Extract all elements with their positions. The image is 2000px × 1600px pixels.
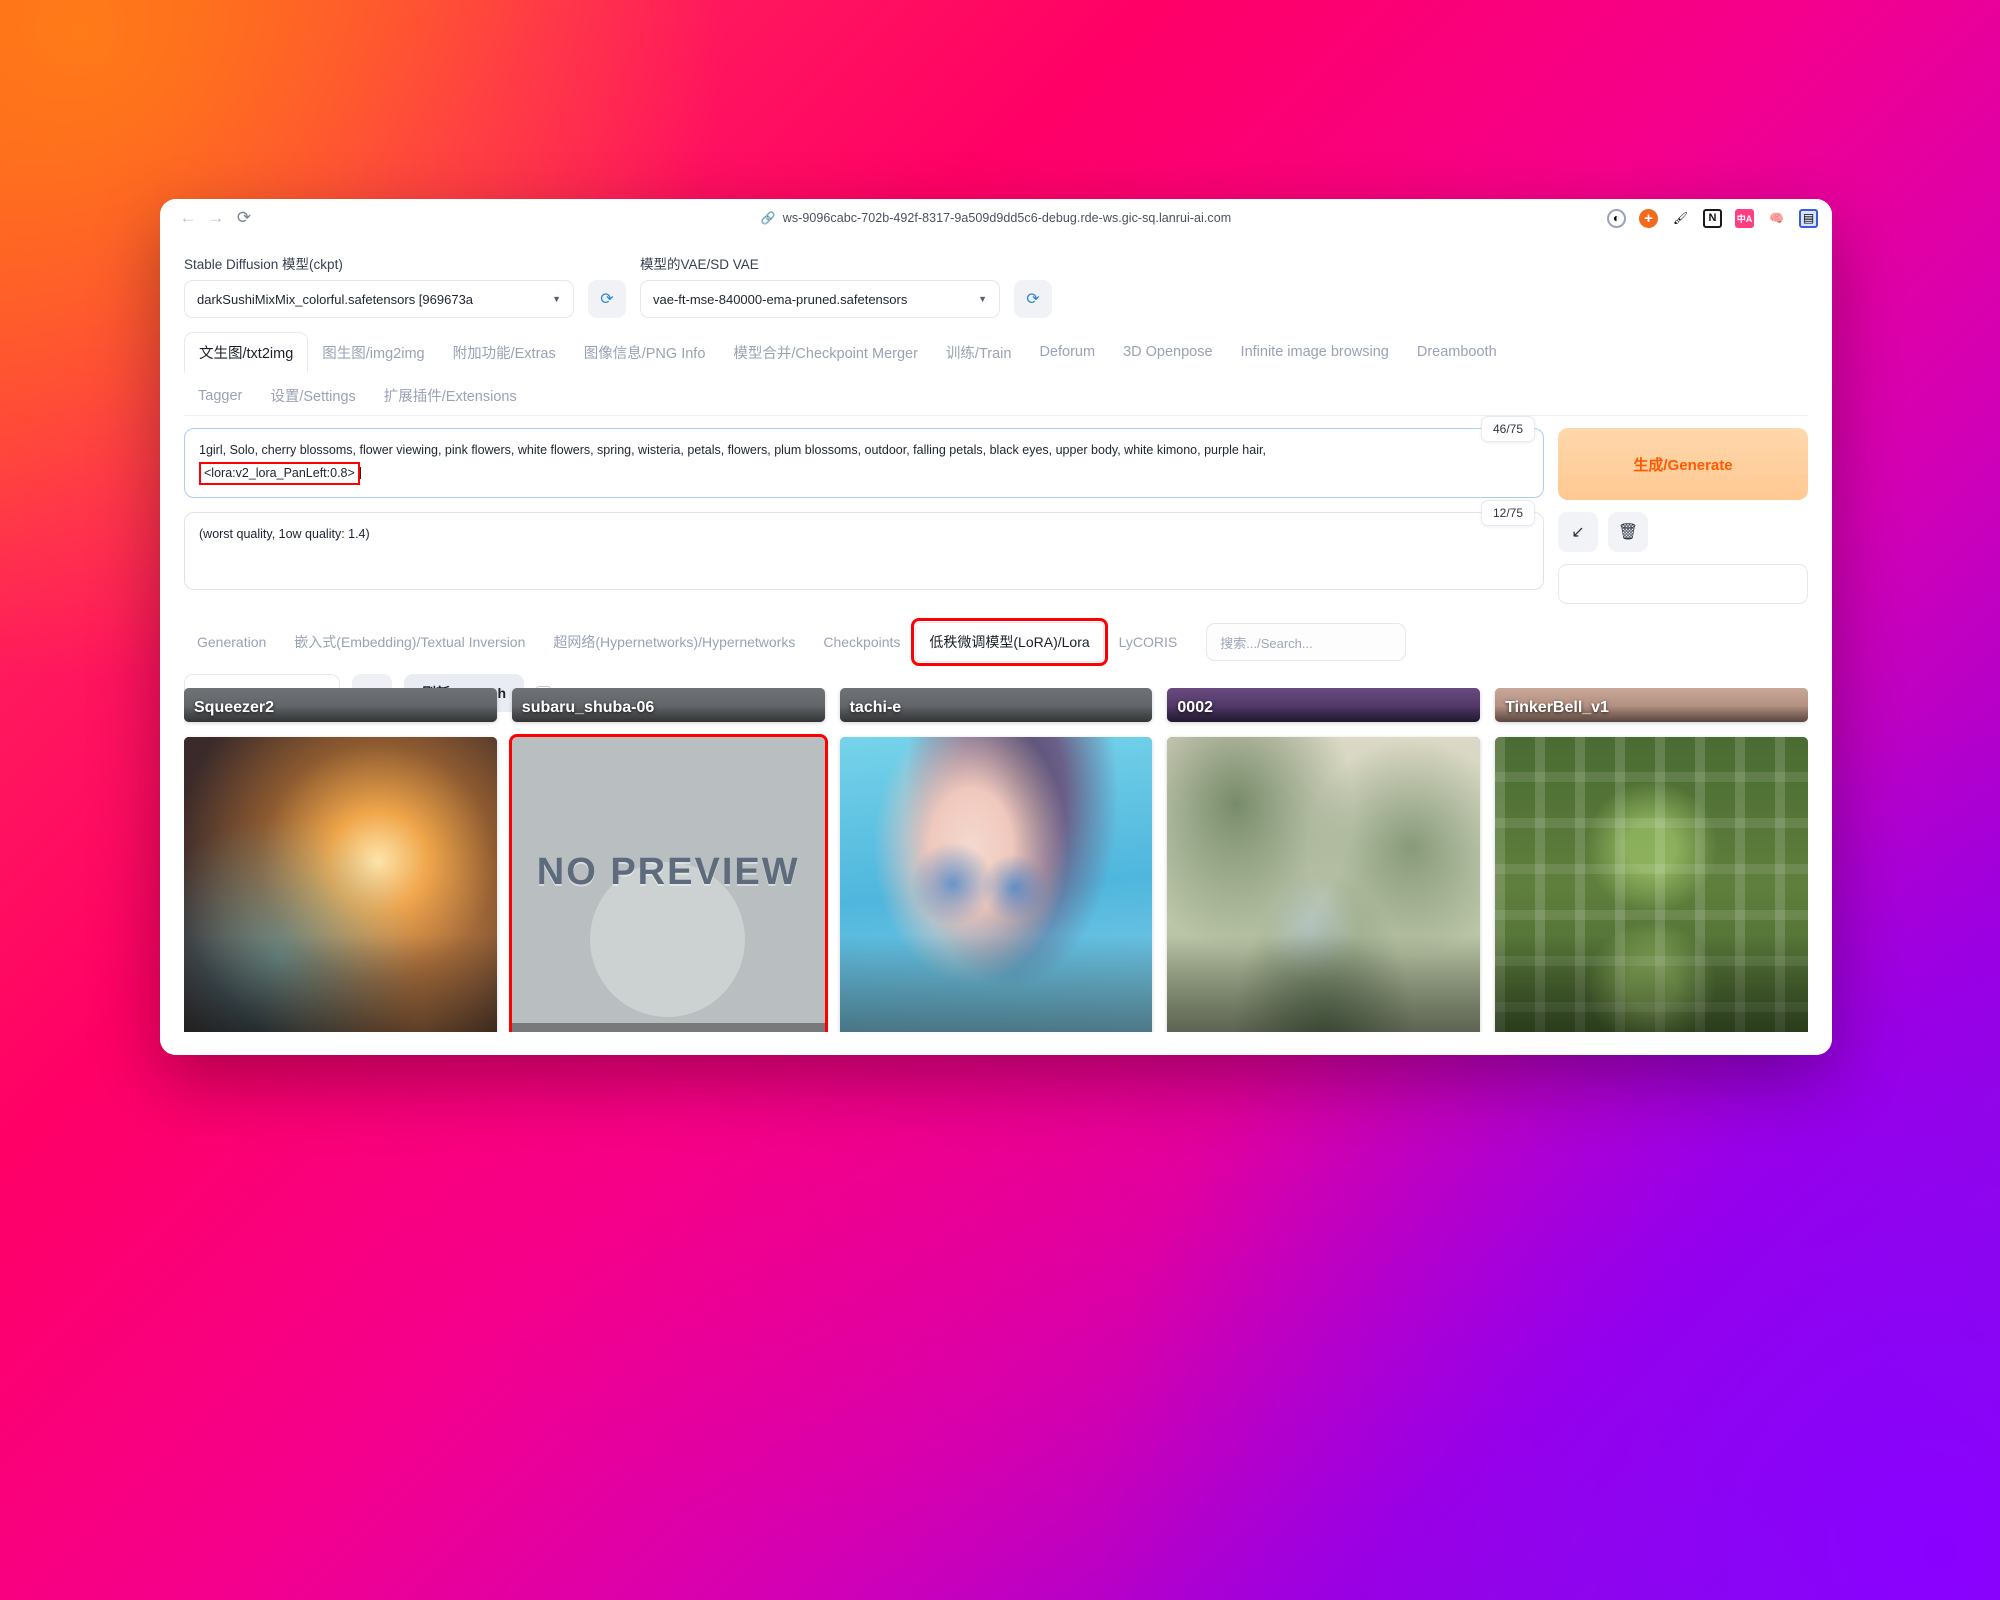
- lora-card-xsarchi-110plan[interactable]: XSArchi_110plan彩总: [1495, 737, 1808, 1032]
- prompt-token-counter: 46/75: [1480, 416, 1535, 443]
- tab-dreambooth[interactable]: Dreambooth: [1403, 335, 1511, 369]
- add-extension-icon[interactable]: +: [1639, 208, 1658, 228]
- lora-card-totempunkai[interactable]: totempunkai_v20: [184, 737, 497, 1032]
- generate-label: 生成/Generate: [1633, 456, 1733, 474]
- card-thumbnail: [839, 737, 1153, 1032]
- tab-train[interactable]: 训练/Train: [932, 333, 1026, 372]
- vae-value: vae-ft-mse-840000-ema-pruned.safetensors: [653, 291, 908, 307]
- prompt-column: 46/75 1girl, Solo, cherry blossoms, flow…: [184, 416, 1544, 604]
- webui-page: Stable Diffusion 模型(ckpt) darkSushiMixMi…: [160, 237, 1832, 1055]
- vae-field: 模型的VAE/SD VAE vae-ft-mse-840000-ema-prun…: [640, 253, 1000, 318]
- text-cursor: [359, 467, 361, 479]
- card-name: TinkerBell_v1: [1505, 699, 1609, 717]
- checkpoint-select[interactable]: darkSushiMixMix_colorful.safetensors [96…: [184, 280, 574, 318]
- checkpoint-value: darkSushiMixMix_colorful.safetensors [96…: [197, 291, 474, 307]
- negative-prompt-input[interactable]: 12/75 (worst quality, 1ow quality: 1.4): [184, 500, 1544, 590]
- no-preview-text: NO PREVIEW: [536, 850, 800, 893]
- link-icon: 🔗: [760, 211, 776, 225]
- card-name: 0002: [1177, 699, 1213, 717]
- tab-txt2img[interactable]: 文生图/txt2img: [184, 332, 309, 373]
- back-button[interactable]: ←: [174, 204, 202, 232]
- lora-card-v2-lora-panleft[interactable]: NO PREVIEW v2_lora_PanLeft: [508, 734, 828, 1032]
- refresh-checkpoints-button[interactable]: ⟳: [588, 280, 626, 318]
- tab-png-info[interactable]: 图像信息/PNG Info: [570, 333, 720, 372]
- en-tab-lora[interactable]: 低秩微调模型(LoRA)/Lora: [911, 618, 1108, 666]
- generate-button[interactable]: 生成/Generate: [1558, 428, 1808, 500]
- url-text: ws-9096cabc-702b-492f-8317-9a509d9dd5c6-…: [782, 211, 1232, 225]
- clear-prompt-button[interactable]: 🗑: [1608, 512, 1648, 552]
- refresh-icon: ⟳: [600, 291, 614, 308]
- prompt-area: 46/75 1girl, Solo, cherry blossoms, flow…: [184, 416, 1808, 604]
- lora-token-text: <lora:v2_lora_PanLeft:0.8>: [199, 462, 360, 485]
- checkpoint-field: Stable Diffusion 模型(ckpt) darkSushiMixMi…: [184, 253, 574, 318]
- tab-settings[interactable]: 设置/Settings: [256, 376, 369, 415]
- card-thumbnail: [1167, 737, 1481, 1032]
- negative-token-counter: 12/75: [1480, 500, 1535, 527]
- reload-button[interactable]: ⟳: [230, 204, 258, 232]
- card-name: subaru_shuba-06: [521, 699, 655, 717]
- tab-img2img[interactable]: 图生图/img2img: [308, 333, 438, 372]
- lora-card[interactable]: TinkerBell_v1: [1495, 688, 1808, 722]
- lora-card-xrs2[interactable]: xrs2.0: [1167, 737, 1481, 1032]
- lora-row-main: totempunkai_v20 NO PREVIEW v2_lora_PanLe…: [184, 734, 1808, 1032]
- card-name: tachi-e: [849, 699, 902, 717]
- lora-card[interactable]: subaru_shuba-06: [511, 688, 825, 722]
- refresh-vae-button[interactable]: ⟳: [1014, 280, 1052, 318]
- brain-icon[interactable]: 🧠: [1767, 209, 1786, 228]
- lora-card[interactable]: Squeezer2: [184, 688, 497, 722]
- forward-button[interactable]: →: [202, 204, 230, 232]
- lora-cards-region: Squeezer2 subaru_shuba-06 tachi-e 0002 T…: [184, 688, 1808, 1032]
- read-generation-params-button[interactable]: ↙: [1558, 512, 1598, 552]
- lora-cards-scroll[interactable]: Squeezer2 subaru_shuba-06 tachi-e 0002 T…: [184, 688, 1808, 1032]
- en-tab-generation[interactable]: Generation: [184, 625, 279, 659]
- privacy-badger-icon[interactable]: ◐: [1607, 208, 1626, 228]
- tab-infinite-image-browsing[interactable]: Infinite image browsing: [1227, 335, 1403, 369]
- generate-tools: ↙ 🗑: [1558, 512, 1808, 552]
- extra-networks-tabs: Generation 嵌入式(Embedding)/Textual Invers…: [184, 618, 1808, 666]
- color-picker-icon[interactable]: 🖌: [1671, 209, 1690, 228]
- checkpoint-label: Stable Diffusion 模型(ckpt): [184, 257, 343, 272]
- main-tabs: 文生图/txt2img 图生图/img2img 附加功能/Extras 图像信息…: [184, 332, 1808, 416]
- chevron-down-icon: ▼: [552, 294, 561, 304]
- lora-card[interactable]: 0002: [1167, 688, 1481, 722]
- arrow-down-left-icon: ↙: [1571, 524, 1585, 541]
- styles-select[interactable]: [1558, 564, 1808, 604]
- en-tab-hypernetworks[interactable]: 超网络(Hypernetworks)/Hypernetworks: [540, 623, 808, 661]
- tab-tagger[interactable]: Tagger: [184, 379, 256, 413]
- card-name: Squeezer2: [194, 699, 275, 717]
- search-placeholder: 搜索.../Search...: [1220, 635, 1313, 651]
- trash-icon: 🗑: [1617, 524, 1639, 541]
- negative-prompt-text: (worst quality, 1ow quality: 1.4): [199, 527, 370, 541]
- notion-clipper-icon[interactable]: N: [1703, 208, 1722, 228]
- card-thumbnail-no-preview: NO PREVIEW: [511, 737, 825, 1032]
- lora-card[interactable]: tachi-e: [839, 688, 1153, 722]
- browser-toolbar: ← → ⟳ 🔗 ws-9096cabc-702b-492f-8317-9a509…: [160, 199, 1832, 237]
- en-tab-lycoris[interactable]: LyCORIS: [1106, 625, 1191, 659]
- card-thumbnail: [184, 737, 497, 1032]
- translate-icon[interactable]: 中A: [1735, 208, 1754, 228]
- en-tab-checkpoints[interactable]: Checkpoints: [810, 625, 913, 659]
- tab-checkpoint-merger[interactable]: 模型合并/Checkpoint Merger: [719, 333, 932, 372]
- browser-window: ← → ⟳ 🔗 ws-9096cabc-702b-492f-8317-9a509…: [160, 199, 1832, 1055]
- card-thumbnail: [1495, 737, 1808, 1032]
- tab-3d-openpose[interactable]: 3D Openpose: [1109, 335, 1226, 369]
- search-input[interactable]: 搜索.../Search...: [1206, 623, 1407, 661]
- model-selectors-row: Stable Diffusion 模型(ckpt) darkSushiMixMi…: [184, 253, 1808, 318]
- lora-row-partial-top: Squeezer2 subaru_shuba-06 tachi-e 0002 T…: [184, 688, 1808, 722]
- vae-select[interactable]: vae-ft-mse-840000-ema-pruned.safetensors…: [640, 280, 1000, 318]
- prompt-text: 1girl, Solo, cherry blossoms, flower vie…: [199, 443, 1266, 457]
- vae-label: 模型的VAE/SD VAE: [640, 257, 759, 272]
- refresh-icon: ⟳: [1026, 291, 1040, 308]
- en-tab-embedding[interactable]: 嵌入式(Embedding)/Textual Inversion: [281, 623, 538, 661]
- chevron-down-icon: ▼: [978, 294, 987, 304]
- lora-card-vivid-impactful-style[interactable]: Vivid_Impactful_Style_locon_v4h: [839, 737, 1153, 1032]
- tab-deforum[interactable]: Deforum: [1025, 335, 1109, 369]
- reader-icon[interactable]: ▤: [1799, 208, 1818, 228]
- tab-extras[interactable]: 附加功能/Extras: [439, 333, 570, 372]
- prompt-input[interactable]: 46/75 1girl, Solo, cherry blossoms, flow…: [184, 416, 1544, 498]
- address-bar[interactable]: 🔗 ws-9096cabc-702b-492f-8317-9a509d9dd5c…: [160, 211, 1832, 225]
- tab-extensions[interactable]: 扩展插件/Extensions: [370, 376, 531, 415]
- generate-column: 生成/Generate ↙ 🗑: [1558, 428, 1808, 604]
- extension-icons: ◐ + 🖌 N 中A 🧠 ▤: [1607, 208, 1818, 228]
